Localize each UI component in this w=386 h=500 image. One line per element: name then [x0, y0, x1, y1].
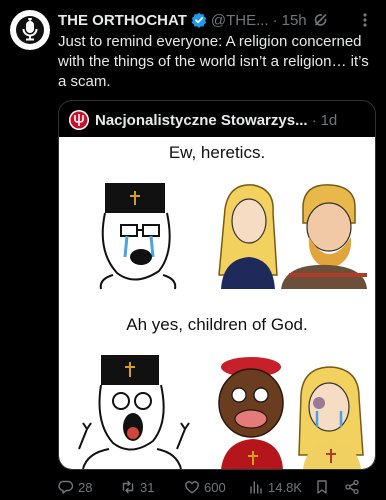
reply-icon [58, 480, 74, 494]
quoted-separator: · [311, 111, 317, 129]
post-text: Just to remind everyone: A religion conc… [58, 33, 369, 90]
verified-icon [191, 12, 207, 28]
caricature-pair-drawing [218, 357, 364, 469]
excited-priest-drawing [78, 355, 190, 469]
separator-dot: · [272, 11, 278, 29]
emblem-icon [70, 111, 88, 129]
crying-priest-drawing [99, 183, 177, 290]
repost-button[interactable]: 31 [120, 479, 184, 495]
author-name[interactable]: THE ORTHOCHAT [58, 12, 187, 29]
tweet-header: THE ORTHOCHAT @THE... · 15h [58, 10, 374, 30]
views-icon [250, 481, 262, 494]
like-count: 600 [204, 479, 226, 495]
share-button[interactable] [344, 479, 366, 495]
meme-image[interactable]: Ew, heretics. Ah yes, children of God. [59, 137, 375, 469]
like-button[interactable]: 600 [184, 479, 248, 495]
quoted-author-name[interactable]: Nacjonalistyczne Stowarzys... [95, 112, 308, 129]
like-icon [185, 481, 199, 494]
view-count: 14.8K [268, 479, 302, 495]
post-time[interactable]: 15h [282, 12, 307, 29]
action-bar: 28 31 600 14.8K [58, 478, 376, 496]
bookmark-icon [317, 480, 327, 494]
quoted-avatar[interactable] [69, 110, 89, 130]
reply-button[interactable]: 28 [58, 479, 120, 495]
author-handle[interactable]: @THE... [211, 12, 269, 29]
more-icon[interactable] [356, 10, 374, 30]
microphone-icon [16, 16, 44, 44]
tweet[interactable]: THE ORTHOCHAT @THE... · 15h Just to remi… [0, 0, 386, 500]
quoted-post[interactable]: Nacjonalistyczne Stowarzys... · 1d Ew, h… [58, 100, 376, 470]
blonde-couple-drawing [218, 184, 367, 289]
share-icon [345, 479, 359, 495]
quoted-time[interactable]: 1d [321, 112, 338, 129]
grok-icon[interactable] [313, 12, 329, 28]
reply-count: 28 [78, 479, 93, 495]
meme-caption-top: Ew, heretics. [168, 143, 266, 162]
bookmark-button[interactable] [314, 479, 344, 495]
author-avatar[interactable] [10, 10, 50, 50]
repost-icon [122, 480, 134, 494]
meme-caption-bottom: Ah yes, children of God. [126, 315, 308, 334]
views-button[interactable]: 14.8K [248, 479, 314, 495]
repost-count: 31 [140, 479, 155, 495]
quoted-header: Nacjonalistyczne Stowarzys... · 1d [69, 109, 367, 131]
